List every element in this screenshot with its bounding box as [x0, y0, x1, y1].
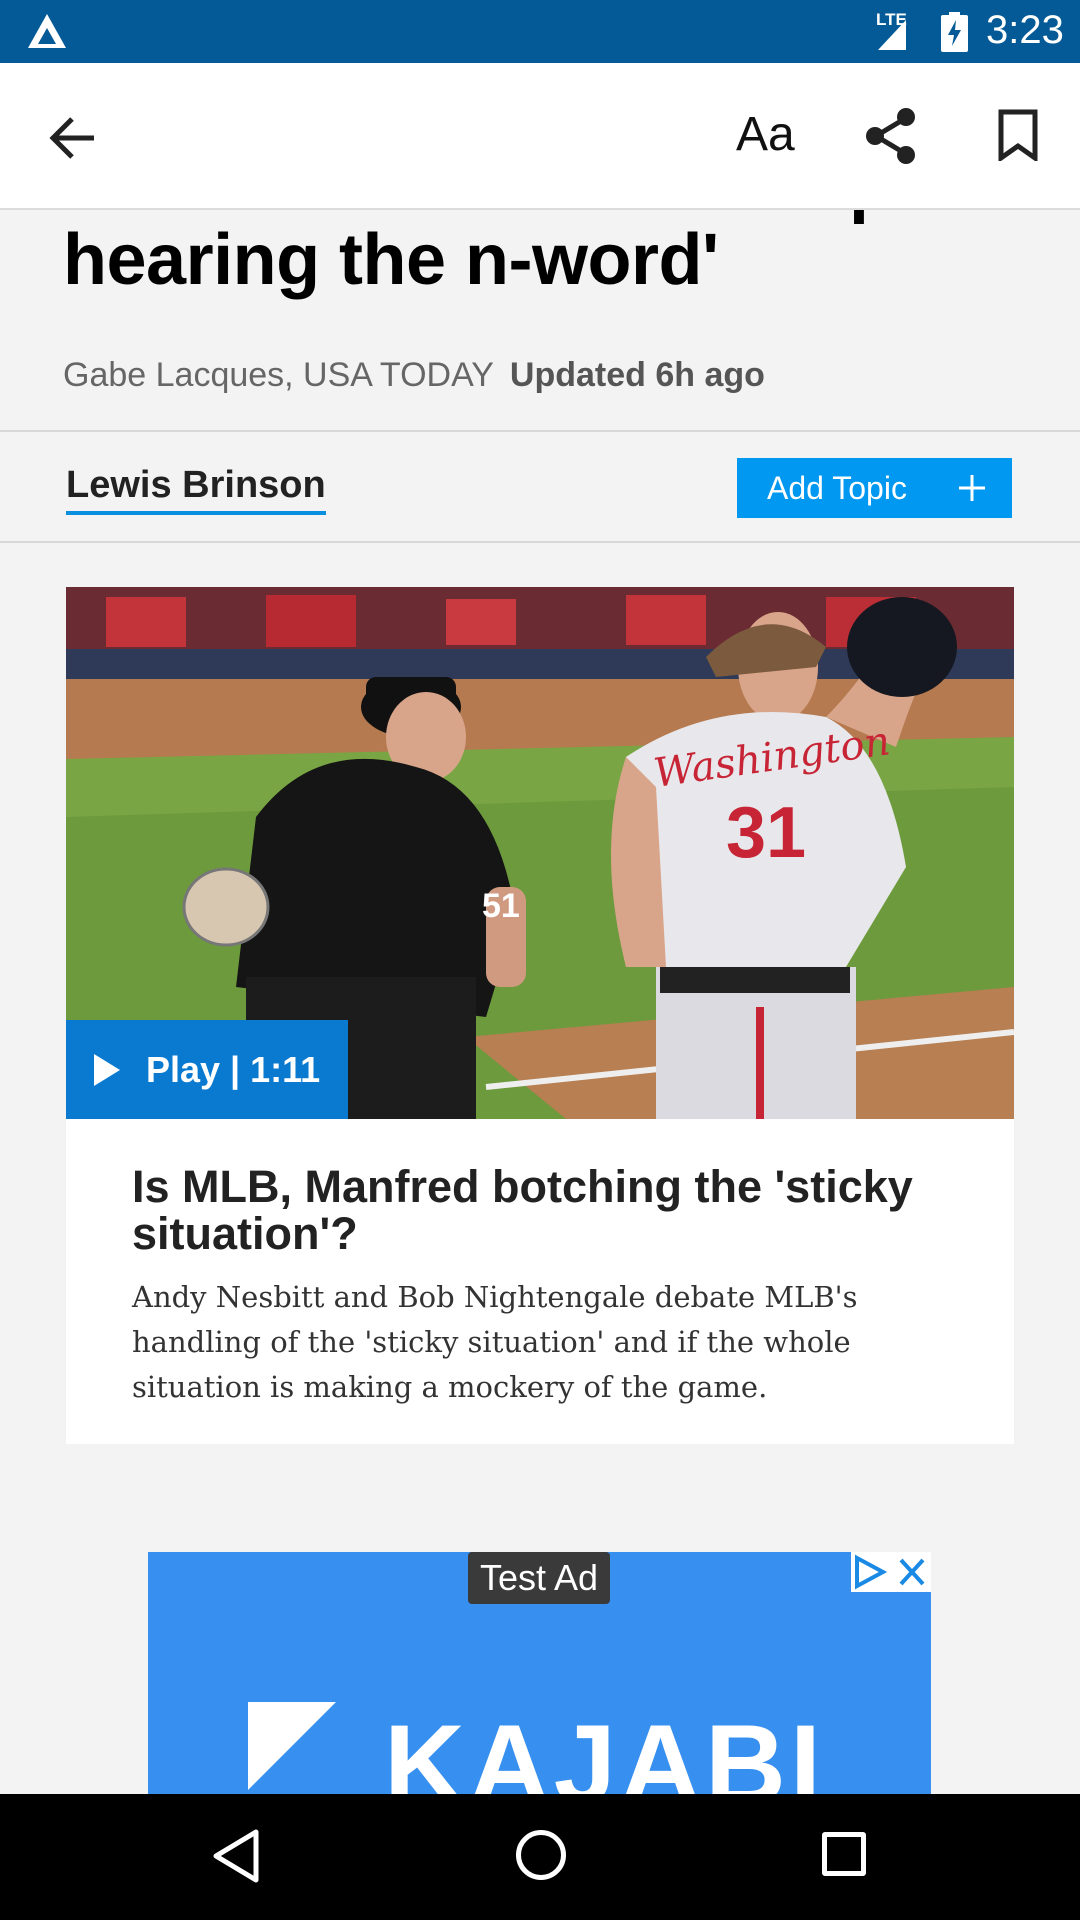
kajabi-logo-icon [248, 1702, 336, 1794]
updated-time: Updated 6h ago [509, 356, 765, 394]
plus-icon [959, 475, 985, 501]
play-video-button[interactable]: Play | 1:11 [66, 1020, 348, 1119]
play-icon [94, 1054, 120, 1086]
byline: Gabe Lacques, USA TODAY Updated 6h ago [63, 356, 765, 395]
headline-line: hearing the n-word' [63, 220, 719, 300]
system-nav-bar [0, 1794, 1080, 1920]
topic-link[interactable]: Lewis Brinson [66, 462, 326, 515]
adchoices-icon[interactable] [851, 1552, 931, 1592]
text-size-button[interactable]: Aa [736, 107, 795, 162]
share-icon[interactable] [864, 107, 918, 165]
nav-back-icon[interactable] [212, 1828, 260, 1884]
signal-icon [878, 20, 906, 50]
back-arrow-icon[interactable] [48, 113, 98, 163]
video-description: Andy Nesbitt and Bob Nightengale debate … [132, 1280, 858, 1404]
status-bar: LTE 3:23 [0, 0, 1080, 63]
author: Gabe Lacques, USA TODAY [63, 356, 494, 394]
umpire-number: 51 [482, 887, 520, 925]
bookmark-icon[interactable] [998, 109, 1038, 161]
nav-recents-icon[interactable] [822, 1832, 866, 1876]
nav-home-icon[interactable] [516, 1830, 566, 1880]
clock: 3:23 [986, 8, 1064, 52]
add-topic-label: Add Topic [767, 469, 907, 506]
app-logo-icon [28, 14, 66, 48]
video-title[interactable]: Is MLB, Manfred botching the 'sticky sit… [132, 1163, 932, 1257]
ad-banner[interactable]: Test Ad KAJABI [148, 1552, 931, 1794]
divider [0, 541, 1080, 543]
divider [0, 430, 1080, 432]
battery-charging-icon [941, 12, 968, 52]
play-duration-label: Play | 1:11 [146, 1048, 321, 1090]
video-card[interactable]: 51 Washington 31 Play | 1:11 Is MLB, Man… [66, 587, 1014, 1444]
ad-label: Test Ad [468, 1552, 610, 1604]
ad-brand: KAJABI [384, 1702, 825, 1794]
add-topic-button[interactable]: Add Topic [737, 458, 1012, 518]
jersey-number: 31 [726, 793, 806, 873]
toolbar-backdrop: Aa [0, 63, 1080, 210]
